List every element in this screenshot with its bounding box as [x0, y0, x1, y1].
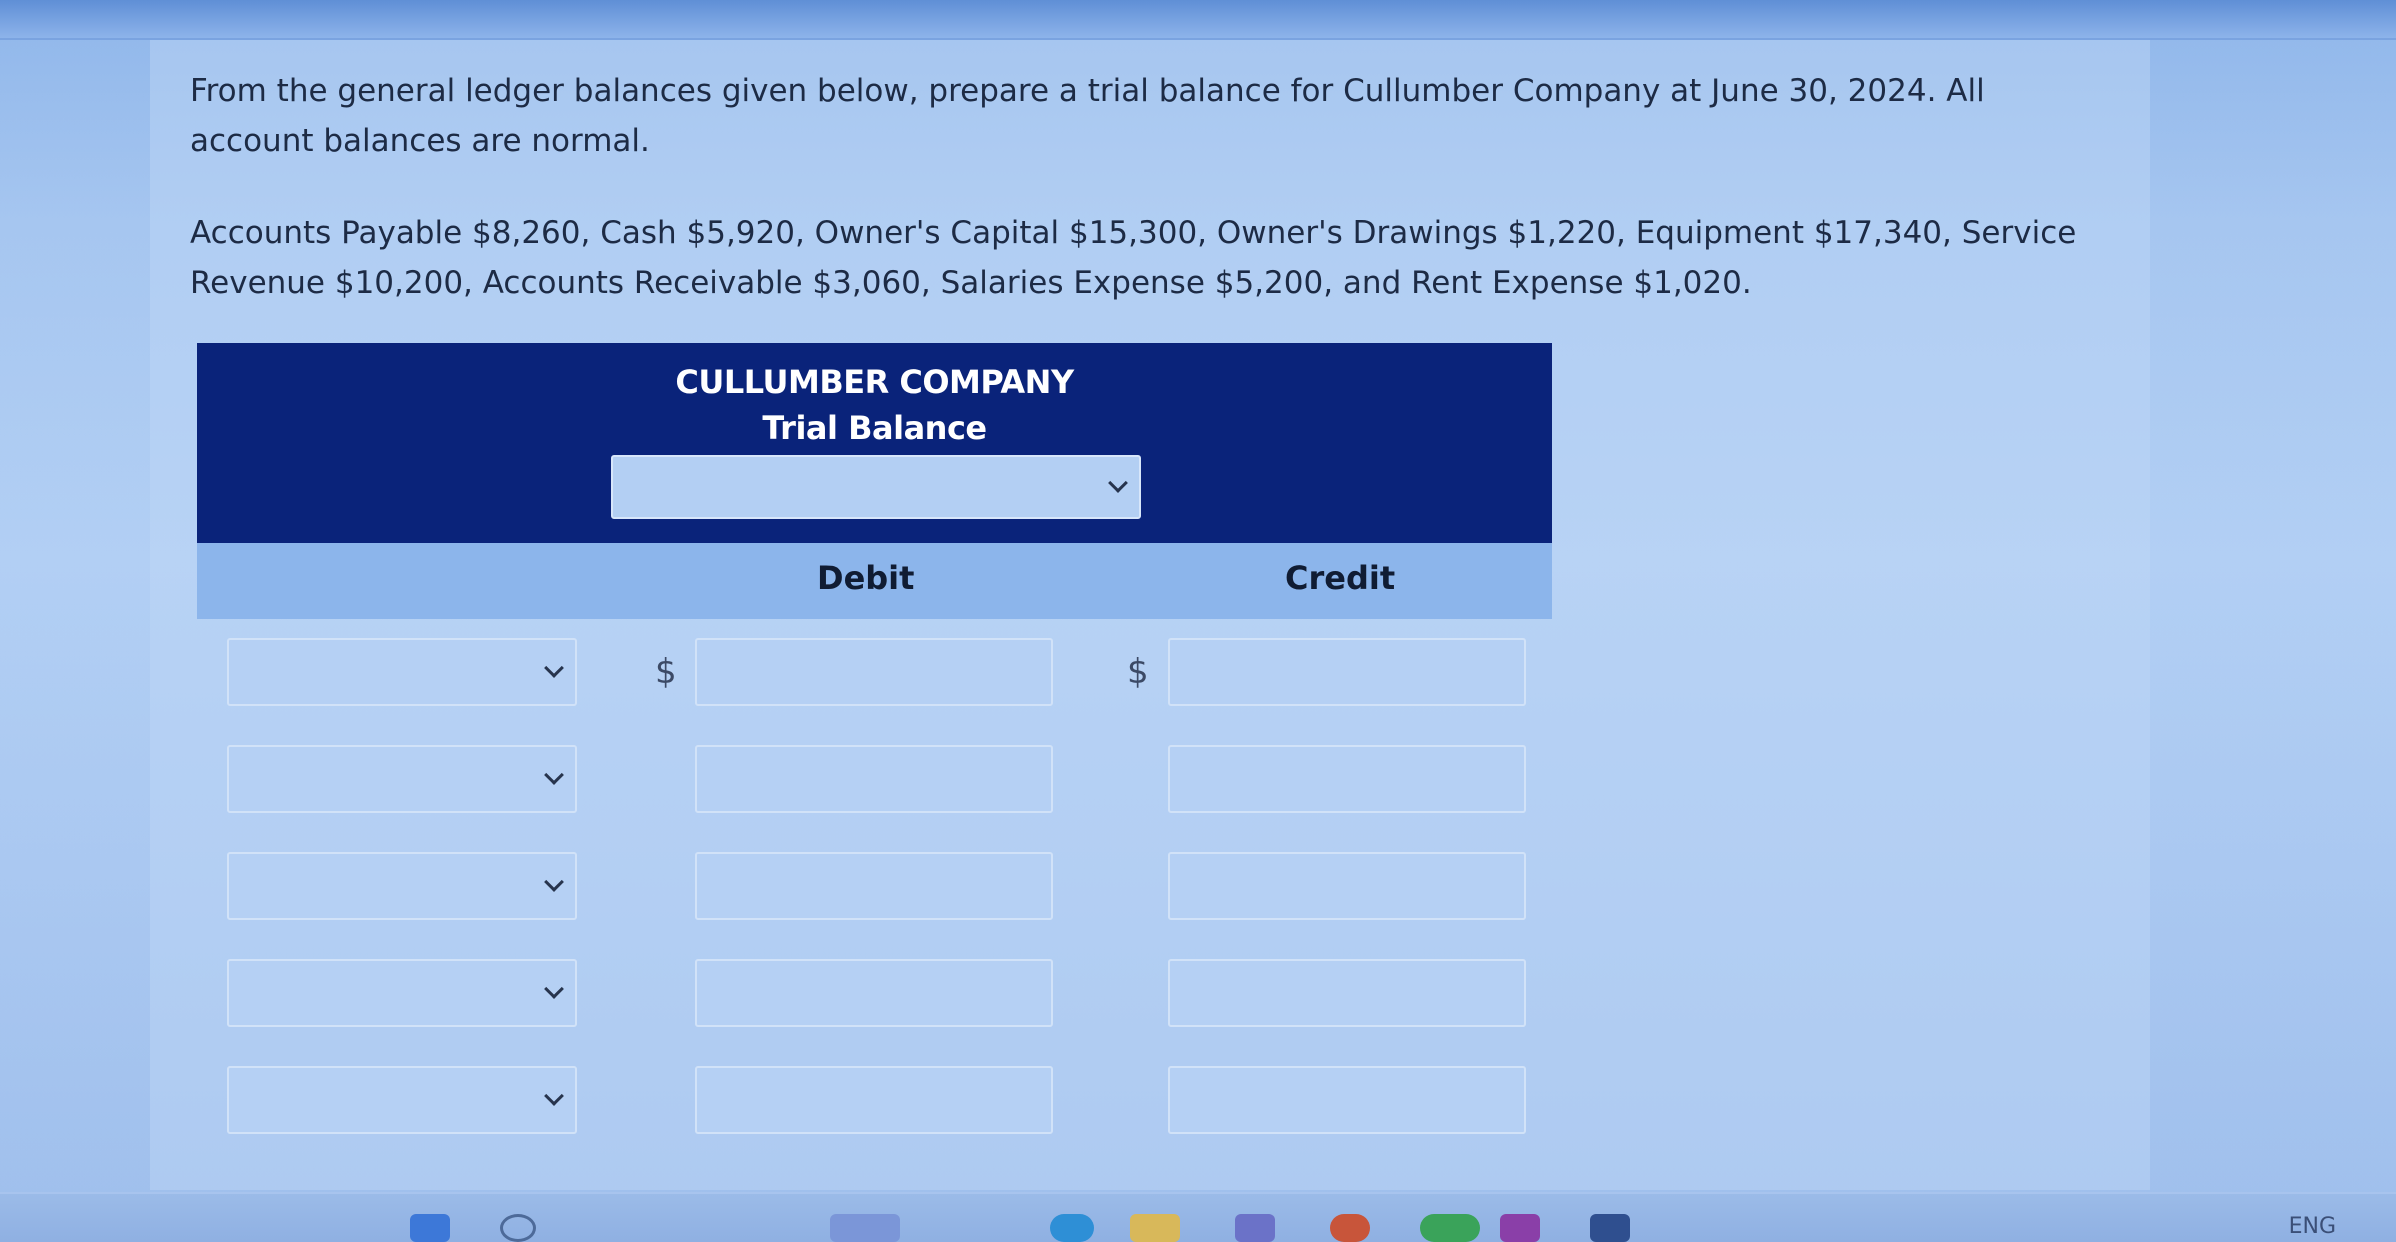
- chevron-down-icon: [543, 765, 565, 787]
- table-row: [0, 852, 2396, 922]
- table-row: [0, 745, 2396, 815]
- table-row: [0, 959, 2396, 1029]
- account-dropdown[interactable]: [227, 959, 577, 1027]
- file-explorer-icon[interactable]: [1130, 1214, 1180, 1242]
- table-row: $ $: [0, 638, 2396, 708]
- trial-balance-header: CULLUMBER COMPANY Trial Balance: [197, 343, 1552, 543]
- debit-amount-input[interactable]: [695, 959, 1053, 1027]
- credit-column-header: Credit: [1285, 559, 1396, 597]
- debit-amount-input[interactable]: [695, 852, 1053, 920]
- browser-top-bar: [0, 0, 2396, 40]
- teams-icon[interactable]: [1235, 1214, 1275, 1242]
- chevron-down-icon: [543, 872, 565, 894]
- chevron-down-icon: [543, 1086, 565, 1108]
- chevron-down-icon: [543, 658, 565, 680]
- chrome-icon[interactable]: [1050, 1214, 1094, 1242]
- chevron-down-icon: [543, 979, 565, 1001]
- edge-icon[interactable]: [1330, 1214, 1370, 1242]
- debit-amount-input[interactable]: [695, 745, 1053, 813]
- company-name: CULLUMBER COMPANY: [675, 363, 1074, 401]
- credit-amount-input[interactable]: [1168, 852, 1526, 920]
- table-row: [0, 1066, 2396, 1136]
- widgets-icon[interactable]: [830, 1214, 900, 1242]
- column-header-row: Debit Credit: [197, 543, 1552, 619]
- credit-currency-symbol: $: [1127, 652, 1149, 692]
- question-ledger-balances: Accounts Payable $8,260, Cash $5,920, Ow…: [190, 215, 2077, 301]
- chevron-down-icon: [1107, 473, 1129, 495]
- credit-amount-input[interactable]: [1168, 745, 1526, 813]
- debit-amount-input[interactable]: [695, 1066, 1053, 1134]
- statement-title: Trial Balance: [762, 409, 987, 447]
- windows-start-icon[interactable]: [410, 1214, 450, 1242]
- search-icon[interactable]: [500, 1214, 536, 1242]
- mail-icon[interactable]: [1420, 1214, 1480, 1242]
- debit-currency-symbol: $: [655, 652, 677, 692]
- account-dropdown[interactable]: [227, 852, 577, 920]
- windows-taskbar: ENG: [0, 1192, 2396, 1242]
- credit-amount-input[interactable]: [1168, 959, 1526, 1027]
- debit-amount-input[interactable]: [695, 638, 1053, 706]
- account-dropdown[interactable]: [227, 638, 577, 706]
- account-dropdown[interactable]: [227, 1066, 577, 1134]
- calendar-icon[interactable]: [1590, 1214, 1630, 1242]
- debit-column-header: Debit: [817, 559, 915, 597]
- language-indicator[interactable]: ENG: [2289, 1214, 2336, 1239]
- credit-amount-input[interactable]: [1168, 1066, 1526, 1134]
- question-instructions: From the general ledger balances given b…: [190, 73, 1985, 159]
- date-dropdown[interactable]: [611, 455, 1141, 519]
- credit-amount-input[interactable]: [1168, 638, 1526, 706]
- account-dropdown[interactable]: [227, 745, 577, 813]
- store-icon[interactable]: [1500, 1214, 1540, 1242]
